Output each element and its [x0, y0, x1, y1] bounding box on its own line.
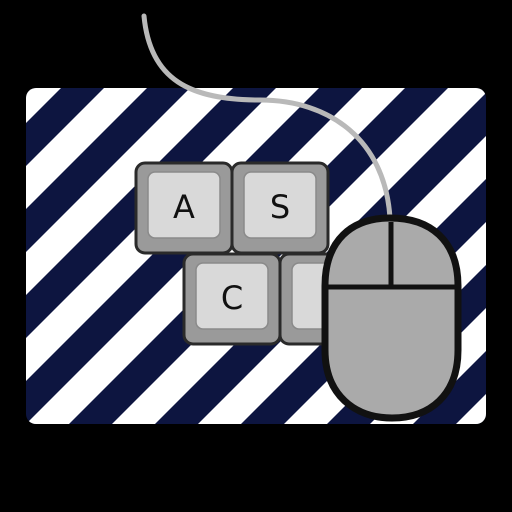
key-c-label: C: [221, 279, 243, 317]
key-s-label: S: [270, 188, 290, 226]
key-a-label: A: [173, 188, 195, 226]
key-a: A: [134, 161, 234, 255]
key-c: C: [182, 252, 282, 346]
key-s: S: [230, 161, 330, 255]
computer-mouse-icon: [321, 214, 462, 422]
keyboard-and-mouse-icon: A S C: [0, 0, 512, 512]
